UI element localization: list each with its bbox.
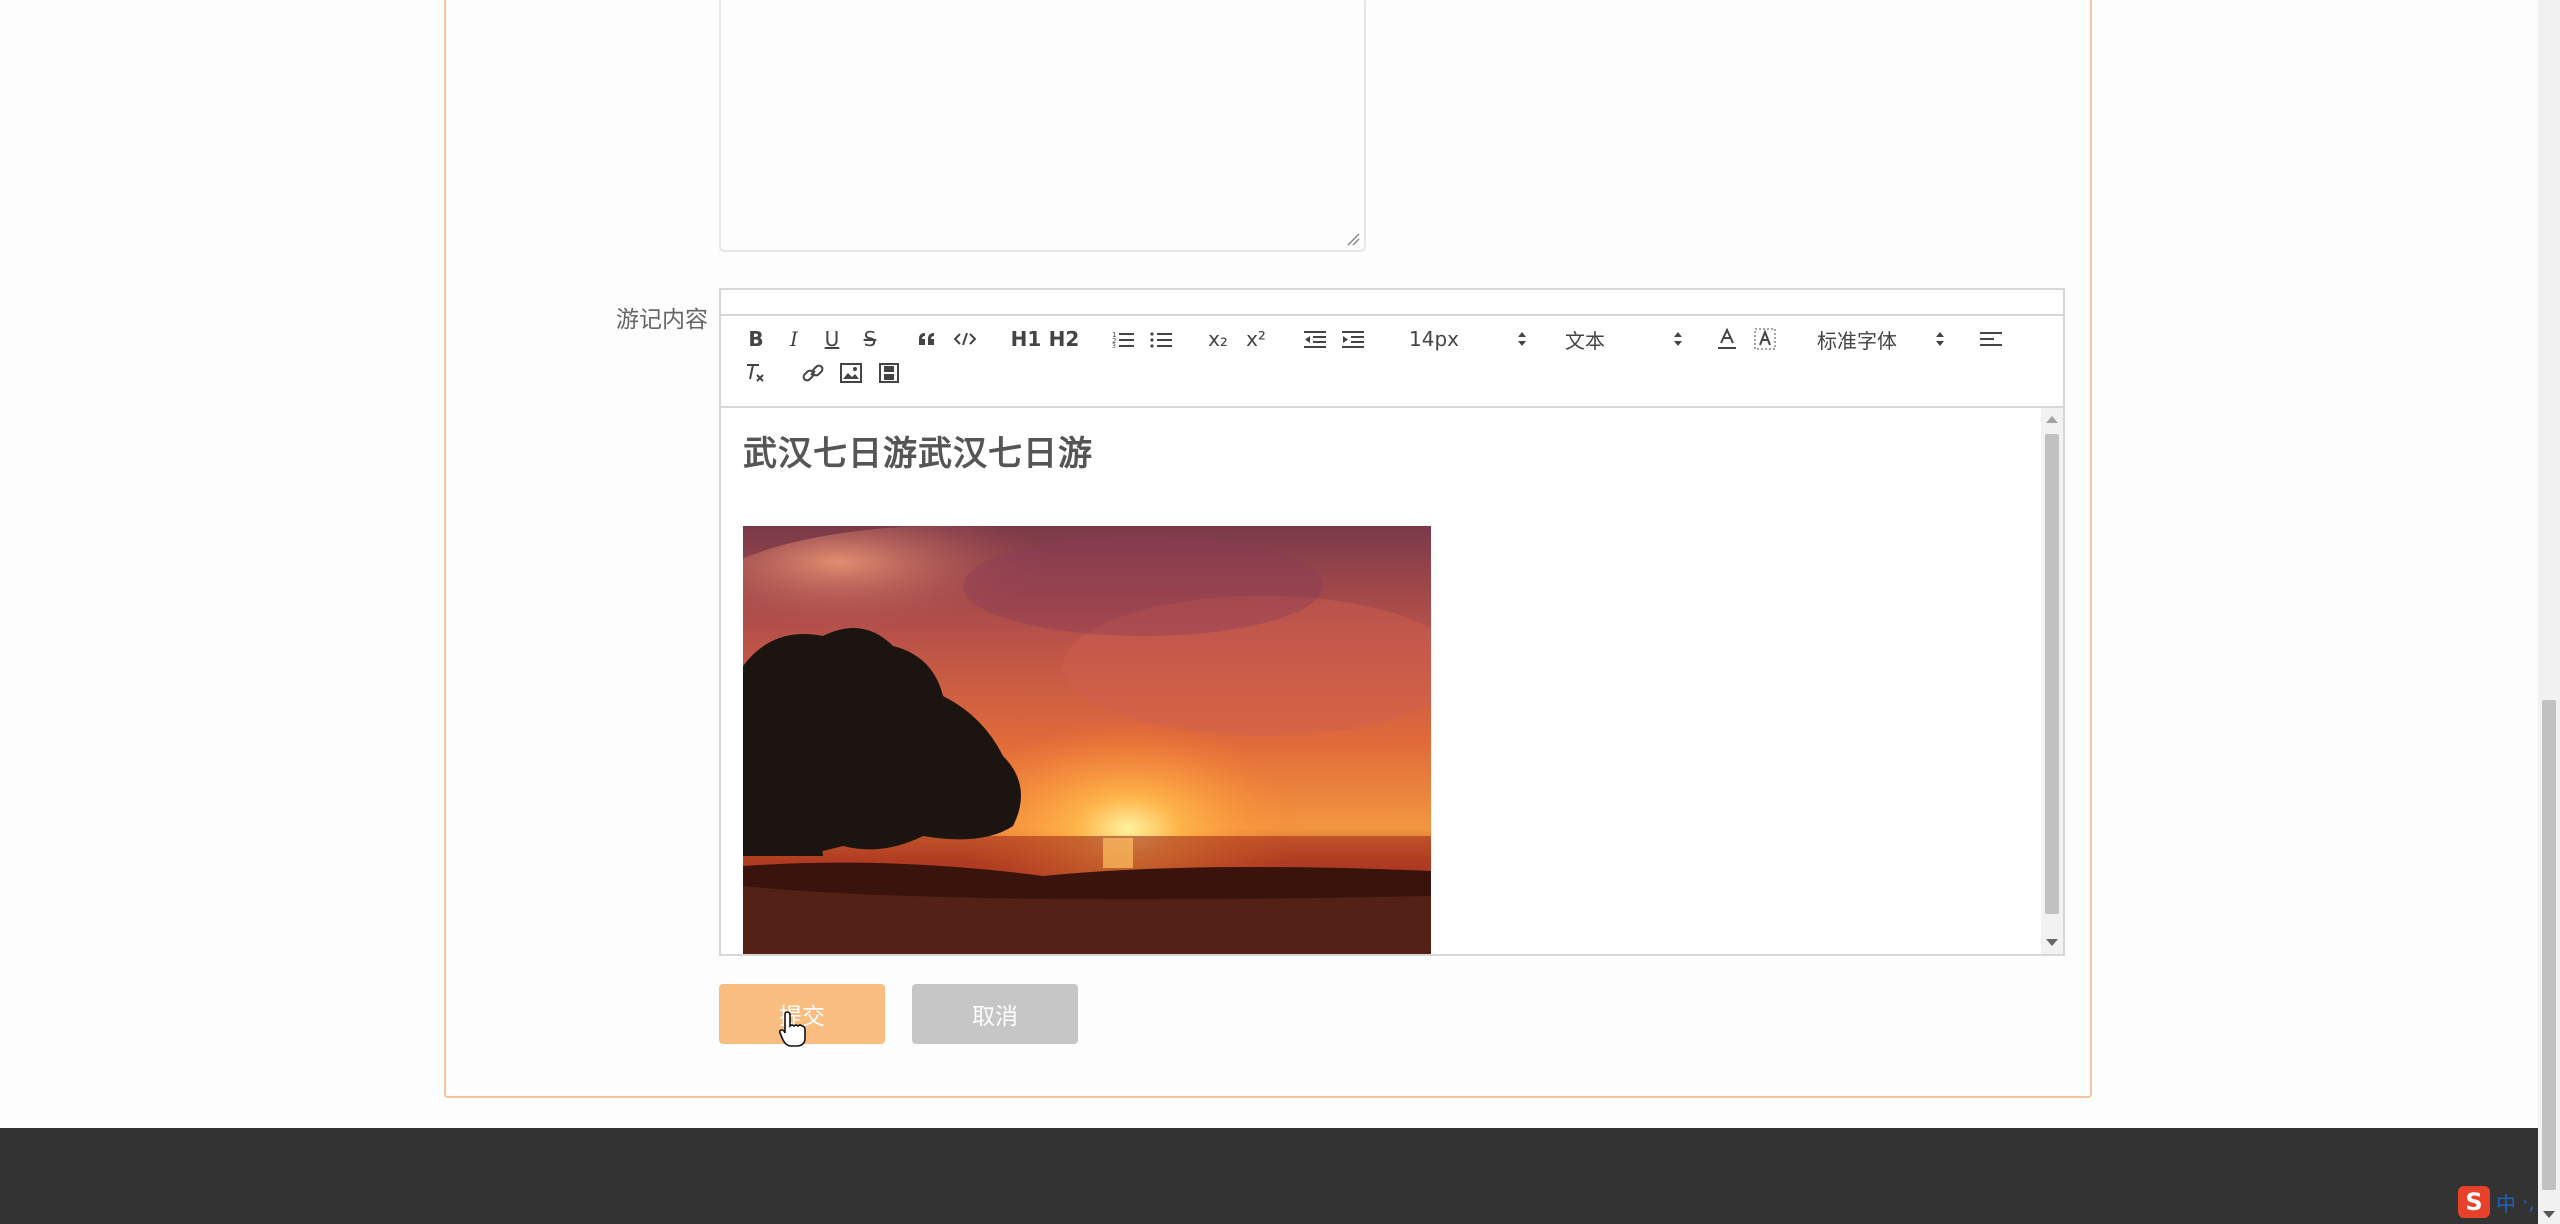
font-family-value: 标准字体 bbox=[1817, 328, 1897, 353]
sunset-image bbox=[743, 526, 1431, 954]
align-button[interactable] bbox=[1977, 324, 2005, 354]
editor-scrollbar[interactable] bbox=[2041, 408, 2063, 954]
summary-textarea[interactable] bbox=[719, 0, 1366, 252]
ime-indicator[interactable]: S 中 ·, bbox=[2458, 1186, 2535, 1218]
rich-text-editor: B I U S H1 H2 123 x₂ x² 14px 文本 标准字体 武汉七… bbox=[719, 288, 2065, 956]
header1-button[interactable]: H1 bbox=[1010, 324, 1042, 354]
editor-toolbar: B I U S H1 H2 123 x₂ x² 14px 文本 标准字体 bbox=[721, 316, 2063, 408]
page-scrollbar[interactable] bbox=[2538, 0, 2560, 1224]
ordered-list-icon: 123 bbox=[1112, 331, 1134, 348]
resize-handle-icon[interactable] bbox=[1346, 232, 1360, 246]
indent-button[interactable] bbox=[1339, 324, 1367, 354]
superscript-button[interactable]: x² bbox=[1241, 324, 1271, 354]
sunset-photo bbox=[743, 526, 1431, 954]
background-color-button[interactable] bbox=[1751, 324, 1779, 354]
link-icon bbox=[802, 364, 824, 382]
font-size-select[interactable]: 14px bbox=[1409, 324, 1527, 354]
h1-icon: H1 bbox=[1010, 327, 1042, 351]
background-color-icon bbox=[1754, 328, 1776, 350]
editor-scroll-thumb[interactable] bbox=[2045, 434, 2059, 914]
strike-icon: S bbox=[863, 327, 877, 351]
select-arrows-icon bbox=[1936, 332, 1944, 346]
scroll-up-arrow[interactable] bbox=[2046, 416, 2058, 423]
ime-punctuation: ·, bbox=[2522, 1190, 2535, 1214]
content-heading: 武汉七日游武汉七日游 bbox=[743, 434, 1093, 474]
scroll-down-arrow[interactable] bbox=[2046, 939, 2058, 946]
underline-icon: U bbox=[824, 327, 840, 351]
italic-button[interactable]: I bbox=[781, 324, 807, 354]
video-button[interactable] bbox=[875, 358, 903, 388]
site-footer bbox=[0, 1128, 2538, 1224]
header2-button[interactable]: H2 bbox=[1048, 324, 1080, 354]
clear-format-icon bbox=[747, 364, 764, 382]
ordered-list-button[interactable]: 123 bbox=[1109, 324, 1137, 354]
bold-icon: B bbox=[748, 327, 764, 351]
hand-pointer-icon bbox=[778, 1011, 806, 1047]
clear-format-button[interactable] bbox=[743, 358, 769, 388]
image-icon bbox=[840, 363, 862, 383]
strike-button[interactable]: S bbox=[857, 324, 883, 354]
outdent-icon bbox=[1304, 331, 1326, 348]
block-type-select[interactable]: 文本 bbox=[1565, 324, 1683, 354]
code-icon bbox=[954, 332, 976, 346]
cancel-button[interactable]: 取消 bbox=[912, 984, 1078, 1044]
svg-text:3: 3 bbox=[1112, 343, 1116, 348]
page-scroll-thumb[interactable] bbox=[2542, 700, 2556, 1190]
text-color-button[interactable] bbox=[1713, 324, 1741, 354]
italic-icon: I bbox=[790, 327, 798, 351]
editor-content-area[interactable]: 武汉七日游武汉七日游 bbox=[721, 408, 2041, 954]
bullet-list-icon bbox=[1150, 332, 1172, 348]
text-color-icon bbox=[1718, 328, 1736, 349]
content-field-label: 游记内容 bbox=[616, 307, 708, 333]
font-size-value: 14px bbox=[1409, 327, 1459, 351]
underline-button[interactable]: U bbox=[819, 324, 845, 354]
bold-button[interactable]: B bbox=[743, 324, 769, 354]
ime-mode: 中 bbox=[2496, 1191, 2516, 1216]
h2-icon: H2 bbox=[1048, 327, 1080, 351]
superscript-icon: x² bbox=[1246, 327, 1266, 351]
outdent-button[interactable] bbox=[1301, 324, 1329, 354]
select-arrows-icon bbox=[1518, 332, 1526, 346]
block-type-value: 文本 bbox=[1565, 328, 1605, 353]
link-button[interactable] bbox=[799, 358, 827, 388]
subscript-icon: x₂ bbox=[1208, 327, 1228, 351]
align-left-icon bbox=[1980, 332, 2002, 346]
image-button[interactable] bbox=[837, 358, 865, 388]
blockquote-button[interactable] bbox=[913, 324, 941, 354]
bullet-list-button[interactable] bbox=[1147, 324, 1175, 354]
quote-icon bbox=[919, 333, 934, 345]
select-arrows-icon bbox=[1674, 332, 1682, 346]
subscript-button[interactable]: x₂ bbox=[1203, 324, 1233, 354]
video-icon bbox=[879, 363, 899, 383]
sogou-logo-icon: S bbox=[2458, 1186, 2490, 1218]
font-family-select[interactable]: 标准字体 bbox=[1817, 324, 1945, 354]
page-scroll-down-arrow[interactable] bbox=[2543, 1211, 2555, 1218]
code-block-button[interactable] bbox=[951, 324, 979, 354]
indent-icon bbox=[1342, 331, 1364, 348]
